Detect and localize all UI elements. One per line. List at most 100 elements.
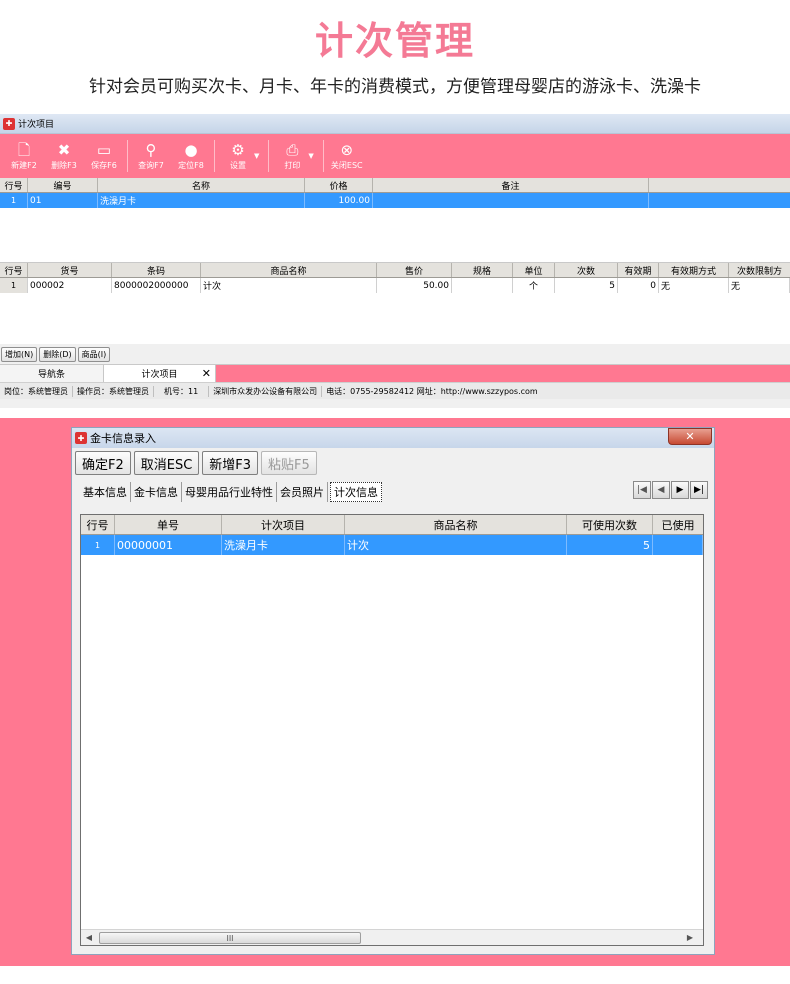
column-header[interactable]: 商品名称 (201, 263, 377, 277)
tab-maternal-features[interactable]: 母婴用品行业特性 (182, 482, 277, 502)
printer-icon: ⎙ (286, 140, 299, 159)
tab-member-photo[interactable]: 会员照片 (277, 482, 328, 502)
column-header[interactable]: 有效期方式 (659, 263, 729, 277)
status-bar: 岗位：系统管理员 操作员：系统管理员 机号：11 深圳市众发办公设备有限公司 电… (0, 382, 790, 399)
cell-unit[interactable]: 个 (513, 278, 555, 293)
dialog-tabs: 基本信息 金卡信息 母婴用品行业特性 会员照片 计次信息 |◀ ◀ ▶ ▶| (72, 478, 714, 502)
add-new-button[interactable]: 新增F3 (202, 451, 259, 475)
column-header[interactable]: 次数限制方 (729, 263, 790, 277)
cell-name[interactable]: 洗澡月卡 (98, 193, 305, 208)
tab-navigation[interactable]: 导航条 (0, 365, 104, 382)
column-header[interactable]: 行号 (0, 263, 28, 277)
close-icon: ✕ (685, 430, 695, 443)
column-header[interactable]: 行号 (81, 515, 115, 534)
next-record-icon[interactable]: ▶ (671, 481, 689, 499)
column-header[interactable]: 已使用 (653, 515, 703, 534)
close-circle-icon: ⊗ (340, 140, 354, 159)
app-logo-icon: ✚ (75, 432, 87, 444)
column-header[interactable]: 行号 (0, 178, 28, 192)
settings-button[interactable]: ⚙ 设置 (218, 134, 258, 178)
delete-button[interactable]: ✖ 删除F3 (44, 134, 84, 178)
cell-code[interactable]: 01 (28, 193, 98, 208)
cell-remark[interactable] (373, 193, 649, 208)
first-record-icon[interactable]: |◀ (633, 481, 651, 499)
cell-barcode[interactable]: 8000002000000 (112, 278, 201, 293)
status-contact: 电话：0755-29582412 网址：http://www.szzypos.c… (326, 386, 538, 396)
tab-count-item[interactable]: 计次项目 ✕ (104, 365, 216, 382)
scroll-right-icon[interactable]: ▶ (687, 933, 693, 942)
cell-sale-price[interactable]: 50.00 (377, 278, 452, 293)
window-titlebar: ✚ 计次项目 (0, 114, 790, 134)
column-header[interactable]: 名称 (98, 178, 305, 192)
add-button[interactable]: 增加(N) (1, 346, 38, 362)
scroll-thumb[interactable]: III (99, 932, 361, 944)
column-header[interactable]: 计次项目 (222, 515, 345, 534)
cell-price[interactable]: 100.00 (305, 193, 373, 208)
cell-product-name[interactable]: 计次 (201, 278, 377, 293)
print-button[interactable]: ⎙ 打印 (272, 134, 312, 178)
product-grid: 行号 货号 条码 商品名称 售价 规格 单位 次数 有效期 有效期方式 次数限制… (0, 262, 790, 344)
column-header[interactable]: 价格 (305, 178, 373, 192)
confirm-button[interactable]: 确定F2 (75, 451, 131, 475)
cell-order-no[interactable]: 00000001 (115, 535, 222, 555)
cell-sku[interactable]: 000002 (28, 278, 112, 293)
product-button[interactable]: 商品(I) (77, 346, 111, 362)
cell-count[interactable]: 5 (555, 278, 618, 293)
toolbar-divider (268, 140, 270, 172)
column-header[interactable]: 可使用次数 (567, 515, 653, 534)
column-header[interactable]: 次数 (555, 263, 618, 277)
last-record-icon[interactable]: ▶| (690, 481, 708, 499)
scroll-left-icon[interactable]: ◀ (81, 933, 97, 942)
grid-header: 行号 货号 条码 商品名称 售价 规格 单位 次数 有效期 有效期方式 次数限制… (0, 263, 790, 278)
close-tab-icon[interactable]: ✕ (202, 367, 211, 380)
cell-product-name[interactable]: 计次 (345, 535, 567, 555)
count-item-grid: 行号 编号 名称 价格 备注 1 01 洗澡月卡 100.00 (0, 178, 790, 262)
tab-label: 计次项目 (141, 370, 178, 380)
table-row[interactable]: 1 00000001 洗澡月卡 计次 5 (81, 535, 703, 555)
horizontal-scrollbar[interactable]: ◀ III ▶ (81, 929, 703, 945)
grid-header: 行号 编号 名称 价格 备注 (0, 178, 790, 193)
cell-count-limit[interactable]: 无 (729, 278, 790, 293)
prev-record-icon[interactable]: ◀ (652, 481, 670, 499)
cell-valid-mode[interactable]: 无 (659, 278, 729, 293)
column-header[interactable]: 编号 (28, 178, 98, 192)
column-header[interactable]: 单号 (115, 515, 222, 534)
column-header[interactable]: 备注 (373, 178, 649, 192)
count-info-grid: 行号 单号 计次项目 商品名称 可使用次数 已使用 1 00000001 洗澡月… (80, 514, 704, 946)
status-role: 岗位：系统管理员 (0, 385, 73, 397)
search-button[interactable]: ⚲ 查询F7 (131, 134, 171, 178)
column-header[interactable]: 商品名称 (345, 515, 567, 534)
column-header[interactable]: 单位 (513, 263, 555, 277)
close-button[interactable]: ⊗ 关闭ESC (327, 134, 367, 178)
column-header[interactable]: 售价 (377, 263, 452, 277)
dialog-title: 金卡信息录入 (90, 432, 156, 445)
app-logo-icon: ✚ (3, 117, 15, 130)
table-row[interactable]: 1 000002 8000002000000 计次 50.00 个 5 0 无 … (0, 278, 790, 293)
locate-button[interactable]: ● 定位F8 (171, 134, 211, 178)
column-header[interactable]: 条码 (112, 263, 201, 277)
tab-count-info[interactable]: 计次信息 (330, 482, 382, 502)
cell-used-count[interactable] (653, 535, 703, 555)
save-button[interactable]: ▭ 保存F6 (84, 134, 124, 178)
main-toolbar: 🗋 新建F2 ✖ 删除F3 ▭ 保存F6 ⚲ 查询F7 ● 定位F8 ⚙ 设置 … (0, 134, 790, 178)
remove-button[interactable]: 删除(D) (39, 346, 76, 362)
dialog-close-button[interactable]: ✕ (668, 428, 712, 445)
settings-dropdown-icon[interactable]: ▼ (254, 152, 259, 160)
status-machine-no: 机号：11 (154, 385, 210, 397)
print-dropdown-icon[interactable]: ▼ (308, 152, 313, 160)
column-header[interactable]: 货号 (28, 263, 112, 277)
cell-valid-period[interactable]: 0 (618, 278, 659, 293)
cell-count-item[interactable]: 洗澡月卡 (222, 535, 345, 555)
grid-action-bar: 增加(N) 删除(D) 商品(I) (0, 344, 790, 364)
column-header[interactable]: 规格 (452, 263, 513, 277)
new-button[interactable]: 🗋 新建F2 (4, 134, 44, 178)
cell-spec[interactable] (452, 278, 513, 293)
paste-button[interactable]: 粘贴F5 (261, 451, 317, 475)
cell-available-count[interactable]: 5 (567, 535, 653, 555)
table-row[interactable]: 1 01 洗澡月卡 100.00 (0, 193, 790, 208)
tab-basic-info[interactable]: 基本信息 (80, 482, 131, 502)
column-header[interactable]: 有效期 (618, 263, 659, 277)
search-icon: ⚲ (145, 140, 157, 159)
tab-card-info[interactable]: 金卡信息 (131, 482, 182, 502)
cancel-button[interactable]: 取消ESC (133, 451, 200, 475)
